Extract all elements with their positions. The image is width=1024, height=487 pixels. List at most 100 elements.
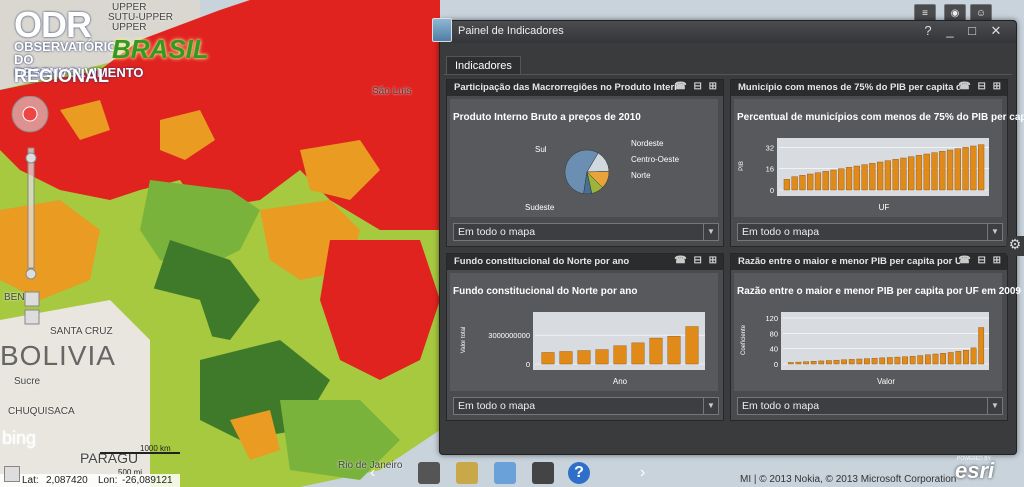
bar — [856, 358, 863, 365]
bar — [830, 169, 837, 191]
bar — [932, 353, 939, 365]
y-tick-label: 0 — [774, 360, 778, 369]
lon-label: Lon: — [98, 475, 118, 486]
region-select[interactable]: Em todo o mapa ▼ — [453, 223, 719, 241]
widget-fundo-norte: Fundo constitucional do Norte por ano ☎ ⊟… — [446, 253, 724, 421]
tab-divider — [444, 74, 1012, 75]
help-button[interactable]: ? — [920, 23, 936, 38]
bar — [685, 326, 699, 365]
bottom-toolbar: ‹ ? › — [370, 458, 650, 487]
widget-header[interactable]: Fundo constitucional do Norte por ano ☎ ⊟… — [447, 254, 723, 270]
bar — [814, 172, 822, 191]
panel-titlebar[interactable]: Painel de Indicadores ? _ □ ✕ — [432, 18, 1016, 43]
widget-menu-icons[interactable]: ☎ ⊟ ⊞ — [958, 255, 1003, 266]
y-axis-label: Valor total — [461, 327, 467, 354]
y-axis-label: Coeficiente — [741, 324, 747, 355]
chevron-down-icon: ▼ — [987, 398, 1002, 414]
bar — [861, 164, 868, 191]
bar — [917, 355, 924, 365]
region-select[interactable]: Em todo o mapa ▼ — [737, 223, 1003, 241]
logo-brasil: BRASIL — [112, 34, 209, 64]
bar — [892, 159, 899, 191]
bar — [947, 352, 954, 365]
bar — [955, 351, 962, 365]
map-label-upper-2: UPPER — [112, 22, 147, 33]
x-axis-label: Valor — [877, 377, 895, 386]
bar — [946, 149, 954, 191]
map-label-santa-cruz: SANTA CRUZ — [50, 326, 113, 337]
widget-header[interactable]: Razão entre o maior e menor PIB per capi… — [731, 254, 1007, 270]
bar — [894, 356, 901, 365]
bar — [838, 168, 845, 191]
lon-value: -26,089121 — [122, 475, 173, 486]
bar — [667, 335, 681, 365]
region-select[interactable]: Em todo o mapa ▼ — [453, 397, 719, 415]
bar — [795, 361, 802, 365]
chevron-down-icon: ▼ — [703, 398, 718, 414]
widget-menu-icons[interactable]: ☎ ⊟ ⊞ — [958, 81, 1003, 92]
pie-label: Sul — [535, 145, 547, 154]
panel-title: Painel de Indicadores — [458, 25, 564, 37]
widget-menu-icons[interactable]: ☎ ⊟ ⊞ — [674, 81, 719, 92]
bar — [559, 351, 573, 365]
region-select[interactable]: Em todo o mapa ▼ — [737, 397, 1003, 415]
widget-title: Fundo constitucional do Norte por ano — [454, 256, 630, 267]
bar — [541, 352, 555, 365]
map-label-sucre: Sucre — [14, 376, 41, 387]
widget-menu-icons[interactable]: ☎ ⊟ ⊞ — [674, 255, 719, 266]
widget-header[interactable]: Município com menos de 75% do PIB per ca… — [731, 80, 1007, 96]
x-axis-label: Ano — [613, 377, 628, 386]
bar — [978, 144, 985, 191]
pin-icon[interactable] — [4, 466, 20, 482]
bar-chart: 0 40 80 120 Valor Coeficiente — [731, 304, 1007, 401]
close-button[interactable]: ✕ — [988, 23, 1004, 39]
esri-logo: esri — [955, 458, 995, 483]
pie-label: Sudeste — [525, 203, 555, 212]
gear-icon[interactable]: ⚙ — [1006, 236, 1024, 256]
bar — [822, 171, 829, 191]
chevron-left-icon[interactable]: ‹ — [370, 464, 375, 482]
bar — [631, 342, 645, 365]
bar — [871, 358, 878, 365]
bar — [826, 360, 832, 365]
panel-app-icon — [432, 18, 452, 42]
coordinate-readout: Lat: 2,087420 Lon: -26,089121 — [0, 474, 180, 487]
bar — [939, 151, 946, 191]
y-axis-label: PIB — [739, 161, 745, 171]
minimize-button[interactable]: _ — [942, 23, 958, 38]
binoculars-icon[interactable] — [418, 462, 440, 484]
y-tick-label: 40 — [770, 345, 778, 354]
bar — [931, 152, 938, 191]
help-icon[interactable]: ? — [568, 462, 590, 484]
y-tick-label: 16 — [766, 165, 774, 174]
bar — [925, 354, 931, 365]
bar — [799, 175, 806, 191]
map-icon[interactable] — [456, 462, 478, 484]
chevron-down-icon: ▼ — [987, 224, 1002, 240]
y-tick-label: 0 — [526, 360, 530, 369]
bar — [833, 359, 840, 365]
widget-header[interactable]: Participação das Macrorregiões no Produt… — [447, 80, 723, 96]
bar — [848, 359, 855, 365]
bar — [923, 153, 930, 191]
widget-title: Município com menos de 75% do PIB per ca… — [738, 82, 960, 93]
bar — [877, 161, 884, 191]
chart-icon[interactable] — [494, 462, 516, 484]
bar — [577, 350, 591, 365]
pie-label: Nordeste — [631, 139, 664, 148]
map-navigation[interactable] — [6, 95, 56, 346]
y-tick-label: 0 — [770, 186, 774, 195]
chevron-right-icon[interactable]: › — [640, 464, 645, 482]
widget-municipios-pib: Município com menos de 75% do PIB per ca… — [730, 79, 1024, 247]
map-label-sao-luis: São Luís — [372, 86, 412, 97]
tools-icon[interactable] — [532, 462, 554, 484]
bar — [884, 160, 891, 191]
bar — [909, 356, 916, 365]
bar — [908, 156, 915, 191]
pie-label: Centro-Oeste — [631, 155, 680, 164]
tab-indicadores[interactable]: Indicadores — [446, 56, 521, 75]
bar — [915, 155, 923, 191]
y-tick-label: 120 — [765, 314, 778, 323]
scale-line — [100, 452, 180, 454]
maximize-button[interactable]: □ — [964, 23, 980, 38]
